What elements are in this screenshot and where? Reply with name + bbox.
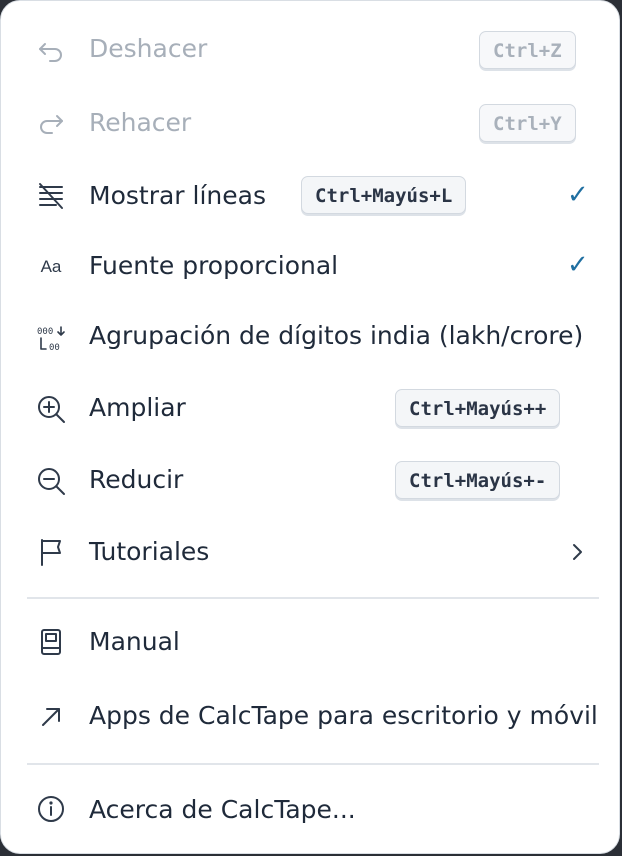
svg-text:000: 000	[37, 327, 53, 337]
menu-item-label: Ampliar	[89, 393, 186, 422]
menu-item-show-lines[interactable]: Mostrar líneas Ctrl+Mayús+L ✓	[1, 163, 619, 223]
zoom-in-icon	[35, 393, 67, 425]
undo-icon	[35, 34, 67, 66]
digit-grouping-icon: 000 00	[35, 322, 67, 354]
menu-item-label: Agrupación de dígitos india (lakh/crore)	[89, 321, 584, 350]
info-icon	[35, 793, 67, 825]
menu-item-label: Acerca de CalcTape...	[89, 795, 356, 824]
zoom-out-icon	[35, 465, 67, 497]
menu-item-label: Fuente proporcional	[89, 251, 339, 280]
menu-item-undo[interactable]: Deshacer Ctrl+Z	[1, 19, 619, 79]
shortcut-badge: Ctrl+Mayús++	[395, 389, 561, 427]
menu-item-label: Reducir	[89, 465, 184, 494]
svg-text:00: 00	[49, 343, 60, 353]
check-icon: ✓	[567, 250, 589, 280]
menu-item-indian-grouping[interactable]: 000 00 Agrupación de dígitos india (lakh…	[1, 306, 619, 366]
menu-item-proportional-font[interactable]: Aa Fuente proporcional ✓	[1, 235, 619, 295]
menu-item-label: Apps de CalcTape para escritorio y móvil	[89, 701, 598, 730]
menu-item-zoom-out[interactable]: Reducir Ctrl+Mayús+-	[1, 449, 619, 509]
menu-item-label: Rehacer	[89, 108, 192, 137]
redo-icon	[35, 106, 67, 138]
external-arrow-icon	[35, 701, 67, 733]
menu-divider	[27, 763, 599, 765]
chevron-right-icon	[573, 544, 582, 560]
menu-item-about[interactable]: Acerca de CalcTape...	[1, 777, 619, 837]
context-menu: Deshacer Ctrl+Z Rehacer Ctrl+Y Mostrar l…	[0, 0, 620, 854]
menu-item-apps[interactable]: Apps de CalcTape para escritorio y móvil	[1, 685, 619, 745]
lines-icon	[35, 179, 67, 211]
menu-item-zoom-in[interactable]: Ampliar Ctrl+Mayús++	[1, 377, 619, 437]
flag-icon	[35, 536, 67, 568]
menu-item-label: Tutoriales	[89, 537, 210, 566]
shortcut-badge: Ctrl+Mayús+L	[301, 176, 467, 214]
font-icon: Aa	[40, 257, 62, 276]
menu-item-label: Deshacer	[89, 34, 208, 63]
menu-item-tutorials[interactable]: Tutoriales	[1, 521, 619, 581]
menu-divider	[27, 597, 599, 599]
menu-item-label: Mostrar líneas	[89, 181, 266, 210]
menu-item-manual[interactable]: Manual	[1, 611, 619, 671]
menu-item-redo[interactable]: Rehacer Ctrl+Y	[1, 91, 619, 151]
shortcut-badge: Ctrl+Y	[479, 104, 576, 142]
shortcut-badge: Ctrl+Mayús+-	[395, 461, 561, 499]
shortcut-badge: Ctrl+Z	[479, 31, 576, 69]
check-icon: ✓	[567, 180, 589, 210]
menu-item-label: Manual	[89, 627, 180, 656]
book-icon	[35, 626, 67, 658]
